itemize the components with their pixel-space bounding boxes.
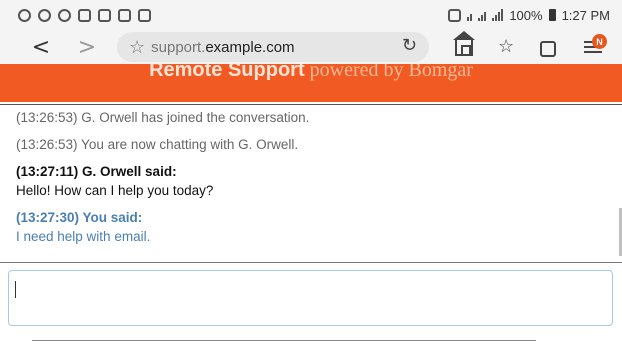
browser-toolbar: < > ☆ support.example.com ↻ ☆ N [0, 30, 622, 64]
alarm-icon [58, 8, 71, 22]
status-bar: 100% 1:27 PM [0, 0, 622, 30]
home-icon[interactable] [453, 31, 475, 56]
chat-input[interactable] [8, 270, 613, 326]
battery-percent: 100% [509, 7, 543, 23]
address-bar[interactable]: ☆ support.example.com ↻ [117, 32, 429, 62]
favorites-icon[interactable]: ☆ [498, 36, 514, 57]
notification-badge: N [592, 34, 607, 49]
vpn-icon [18, 8, 31, 22]
banner-title: Remote Support powered by Bomgar [0, 64, 622, 82]
reload-icon[interactable]: ↻ [402, 35, 417, 56]
sync-icon [38, 8, 51, 22]
agent-message-text: Hello! How can I help you today? [16, 183, 214, 198]
notification-icons [18, 8, 151, 22]
user-message-header: (13:27:30) You said: [16, 210, 143, 225]
wifi-icon [478, 9, 487, 21]
app-icon [138, 8, 151, 22]
agent-message-header: (13:27:11) G. Orwell said: [16, 164, 177, 179]
chat-log: (13:26:53) G. Orwell has joined the conv… [16, 108, 612, 246]
system-message: (13:26:53) G. Orwell has joined the conv… [16, 110, 310, 125]
forward-button[interactable]: > [64, 35, 110, 60]
signal-icon [492, 9, 504, 21]
text-caret [15, 281, 16, 298]
divider [0, 262, 622, 263]
divider [32, 340, 536, 341]
url-prefix: support. [151, 38, 206, 56]
system-status: 100% 1:27 PM [448, 8, 610, 23]
image-icon [78, 8, 91, 22]
back-button[interactable]: < [18, 35, 64, 60]
divider [0, 104, 622, 105]
banner-powered: powered by Bomgar [304, 64, 473, 81]
banner-brand: Remote Support [149, 64, 305, 81]
system-message: (13:26:53) You are now chatting with G. … [16, 137, 299, 152]
screenshot-icon [98, 8, 111, 22]
battery-icon [548, 9, 556, 21]
bookmark-star-icon[interactable]: ☆ [129, 37, 145, 58]
url-text[interactable]: support.example.com [151, 39, 294, 56]
user-message-text: I need help with email. [16, 229, 151, 244]
url-domain: example.com [205, 38, 295, 56]
clock: 1:27 PM [561, 7, 610, 23]
play-icon [118, 8, 131, 22]
mute-icon [467, 9, 473, 21]
tabs-icon[interactable] [540, 41, 556, 57]
cast-icon [448, 8, 462, 22]
support-banner: Remote Support powered by Bomgar [0, 64, 622, 102]
